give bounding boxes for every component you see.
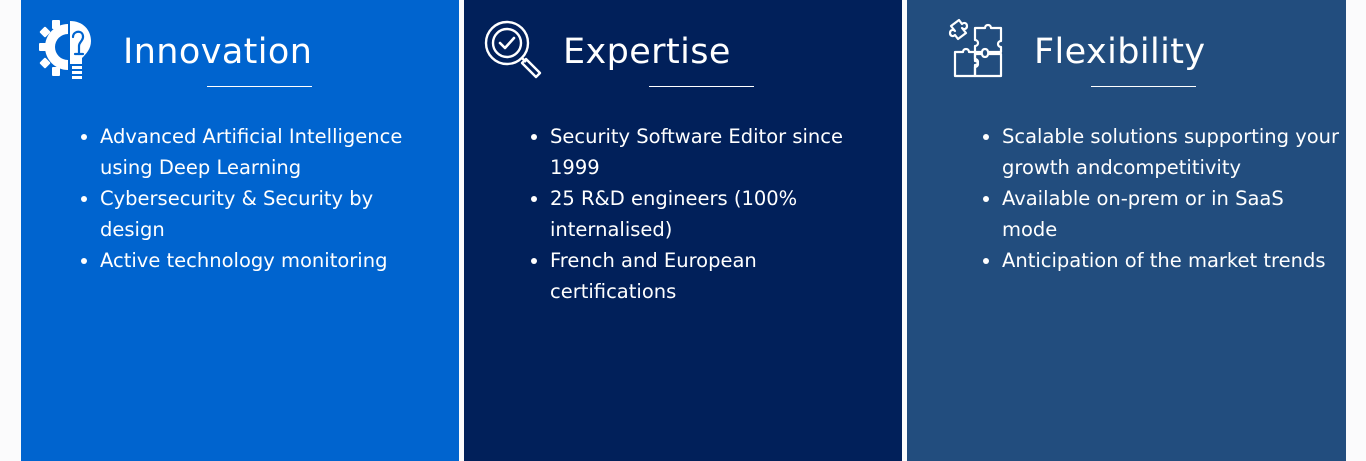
list-item: 25 R&D engineers (100% internalised) bbox=[550, 183, 870, 245]
puzzle-icon bbox=[945, 14, 1009, 82]
list-item: Scalable solutions supporting your growt… bbox=[1002, 121, 1342, 183]
list-item: Anticipation of the market trends bbox=[1002, 245, 1342, 276]
title-underline bbox=[649, 86, 754, 87]
list-item: Cybersecurity & Security by design bbox=[100, 183, 440, 245]
list-item: Advanced Artificial Intelligence using D… bbox=[100, 121, 440, 183]
column-innovation: Innovation Advanced Artificial Intellige… bbox=[21, 0, 459, 461]
column-expertise: Expertise Security Software Editor since… bbox=[464, 0, 902, 461]
innovation-list: Advanced Artificial Intelligence using D… bbox=[78, 121, 440, 276]
flexibility-title: Flexibility bbox=[1034, 32, 1206, 72]
title-underline bbox=[207, 86, 312, 87]
flexibility-list: Scalable solutions supporting your growt… bbox=[980, 121, 1342, 276]
list-item: Security Software Editor since 1999 bbox=[550, 121, 870, 183]
magnifier-check-icon bbox=[481, 14, 545, 82]
list-item: Active technology monitoring bbox=[100, 245, 440, 276]
column-flexibility: Flexibility Scalable solutions supportin… bbox=[907, 0, 1346, 461]
expertise-title: Expertise bbox=[563, 32, 731, 72]
list-item: Available on-prem or in SaaS mode bbox=[1002, 183, 1342, 245]
innovation-title: Innovation bbox=[123, 32, 313, 72]
gear-lightbulb-icon bbox=[37, 14, 101, 82]
expertise-list: Security Software Editor since 1999 25 R… bbox=[528, 121, 870, 307]
list-item: French and European certifications bbox=[550, 245, 870, 307]
features-section: Innovation Advanced Artificial Intellige… bbox=[0, 0, 1366, 461]
title-underline bbox=[1091, 86, 1196, 87]
